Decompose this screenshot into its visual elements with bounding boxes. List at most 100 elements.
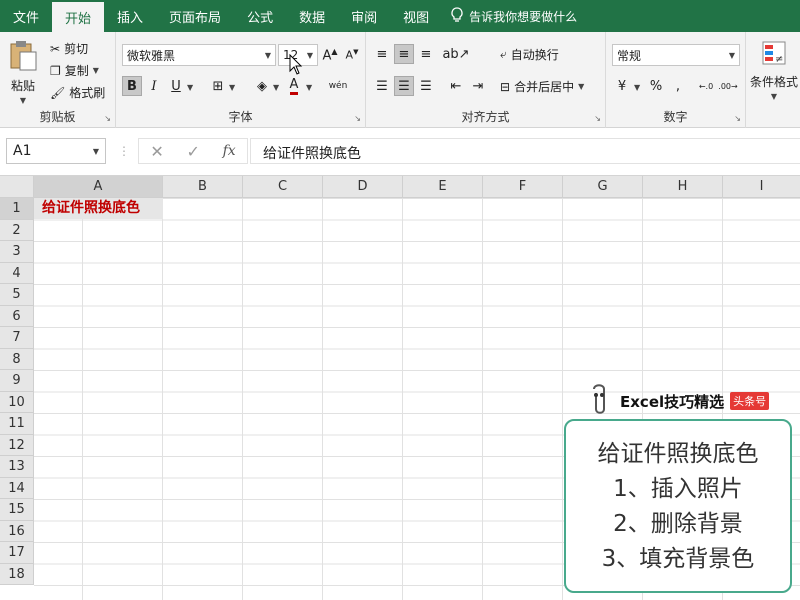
column-header-d[interactable]: D	[323, 176, 403, 198]
row-header[interactable]: 11	[0, 413, 34, 435]
fill-color-dropdown-icon[interactable]: ▼	[273, 83, 279, 92]
enter-check-icon[interactable]: ✓	[186, 142, 199, 161]
tab-file[interactable]: 文件	[0, 0, 52, 32]
decrease-indent-button[interactable]: ⇤	[446, 76, 466, 96]
row-header[interactable]: 12	[0, 434, 34, 456]
tab-page-layout[interactable]: 页面布局	[156, 0, 234, 32]
font-launcher-icon[interactable]: ↘	[354, 114, 361, 123]
tab-review[interactable]: 审阅	[338, 0, 390, 32]
italic-button[interactable]: I	[144, 76, 164, 96]
conditional-formatting-label: 条件格式	[750, 75, 799, 89]
alignment-launcher-icon[interactable]: ↘	[594, 114, 601, 123]
tab-insert[interactable]: 插入	[104, 0, 156, 32]
align-top-button[interactable]: ≡	[372, 44, 392, 64]
align-left-button[interactable]: ☰	[372, 76, 392, 96]
column-header-f[interactable]: F	[483, 176, 563, 198]
name-box[interactable]: A1 ▼	[6, 138, 106, 164]
alignment-group-label: 对齐方式	[461, 110, 510, 124]
row-header[interactable]: 16	[0, 520, 34, 542]
row-header[interactable]: 17	[0, 542, 34, 564]
fill-color-button[interactable]: ◈	[252, 76, 272, 96]
tab-view[interactable]: 视图	[390, 0, 442, 32]
clipboard-launcher-icon[interactable]: ↘	[104, 114, 111, 123]
number-format-dropdown[interactable]: 常规 ▼	[612, 44, 740, 66]
borders-dropdown-icon[interactable]: ▼	[229, 83, 235, 92]
row-header[interactable]: 5	[0, 284, 34, 306]
merge-center-button[interactable]: ⊟ 合并后居中 ▼	[500, 78, 584, 95]
lightbulb-icon	[450, 6, 464, 26]
align-bottom-button[interactable]: ≡	[416, 44, 436, 64]
row-header[interactable]: 2	[0, 219, 34, 241]
accounting-dropdown-icon[interactable]: ▼	[634, 83, 640, 92]
align-right-button[interactable]: ☰	[416, 76, 436, 96]
tell-me-box[interactable]: 告诉我你想要做什么	[450, 0, 577, 32]
grow-font-button[interactable]: A▲	[320, 45, 340, 65]
font-name-value: 微软雅黑	[127, 48, 176, 63]
align-left-icon: ☰	[376, 78, 388, 94]
align-center-button[interactable]: ☰	[394, 76, 414, 96]
wrap-text-button[interactable]: ⤶ 自动换行	[500, 46, 559, 63]
font-color-button[interactable]: A	[284, 76, 304, 96]
font-name-dropdown[interactable]: 微软雅黑 ▼	[122, 44, 276, 66]
column-header-a[interactable]: A	[34, 176, 163, 198]
column-header-g[interactable]: G	[563, 176, 643, 198]
cancel-icon[interactable]: ✕	[150, 142, 163, 161]
svg-text:≠: ≠	[775, 54, 783, 65]
paste-button[interactable]: 粘贴 ▼	[8, 40, 38, 105]
align-top-icon: ≡	[376, 46, 388, 62]
align-middle-button[interactable]: ≡	[394, 44, 414, 64]
shrink-font-button[interactable]: A▼	[342, 45, 362, 65]
row-header[interactable]: 14	[0, 477, 34, 499]
accounting-format-button[interactable]: ¥	[612, 76, 632, 96]
tab-formulas[interactable]: 公式	[234, 0, 286, 32]
row-header[interactable]: 1	[0, 198, 34, 220]
decrease-decimal-button[interactable]: .00→	[718, 76, 738, 96]
column-header-i[interactable]: I	[723, 176, 800, 198]
tab-home[interactable]: 开始	[52, 2, 105, 32]
insert-function-icon[interactable]: fx	[223, 143, 236, 159]
wrap-text-icon: ⤶	[500, 47, 507, 61]
select-all-corner[interactable]	[0, 176, 34, 198]
column-header-b[interactable]: B	[163, 176, 243, 198]
row-header[interactable]: 7	[0, 327, 34, 349]
merge-center-label: 合并后居中	[514, 80, 575, 94]
row-header[interactable]: 10	[0, 391, 34, 413]
row-header[interactable]: 4	[0, 262, 34, 284]
card-title: 给证件照换底色	[597, 441, 759, 467]
column-header-e[interactable]: E	[403, 176, 483, 198]
cut-button[interactable]: ✂ 剪切	[50, 40, 88, 57]
column-header-c[interactable]: C	[243, 176, 323, 198]
comma-style-button[interactable]: ,	[668, 76, 688, 96]
underline-button[interactable]: U	[166, 76, 186, 96]
borders-button[interactable]: ⊞	[208, 76, 228, 96]
tab-data[interactable]: 数据	[286, 0, 338, 32]
brand-badge: 头条号	[730, 392, 770, 410]
increase-decimal-button[interactable]: ←.0	[696, 76, 716, 96]
font-color-dropdown-icon[interactable]: ▼	[306, 83, 312, 92]
increase-indent-button[interactable]: ⇥	[468, 76, 488, 96]
underline-dropdown-icon[interactable]: ▼	[187, 83, 193, 92]
row-header[interactable]: 15	[0, 499, 34, 521]
formula-bar: A1 ▼ ⋮ ✕ ✓ fx 给证件照换底色	[0, 128, 800, 176]
copy-dropdown-icon: ▼	[92, 66, 99, 75]
row-header[interactable]: 18	[0, 563, 34, 585]
formula-input[interactable]: 给证件照换底色	[250, 138, 800, 164]
column-header-h[interactable]: H	[643, 176, 723, 198]
card-step-2: 2、删除背景	[613, 511, 743, 537]
copy-button[interactable]: ❐ 复制 ▼	[50, 62, 99, 79]
phonetic-button[interactable]: wén	[328, 76, 348, 96]
row-header[interactable]: 6	[0, 305, 34, 327]
decrease-indent-icon: ⇤	[450, 78, 462, 94]
bold-button[interactable]: B	[122, 76, 142, 96]
row-header[interactable]: 8	[0, 348, 34, 370]
number-launcher-icon[interactable]: ↘	[734, 114, 741, 123]
cell-a1[interactable]: 给证件照换底色	[34, 198, 163, 219]
format-painter-button[interactable]: 🖌 格式刷	[50, 84, 105, 101]
row-header[interactable]: 13	[0, 456, 34, 478]
row-header[interactable]: 9	[0, 370, 34, 392]
conditional-formatting-button[interactable]: ≠ 条件格式 ▼	[750, 40, 798, 101]
percent-button[interactable]: %	[646, 76, 666, 96]
format-painter-label: 格式刷	[69, 86, 106, 100]
row-header[interactable]: 3	[0, 241, 34, 263]
orientation-button[interactable]: ab↗	[442, 44, 469, 64]
